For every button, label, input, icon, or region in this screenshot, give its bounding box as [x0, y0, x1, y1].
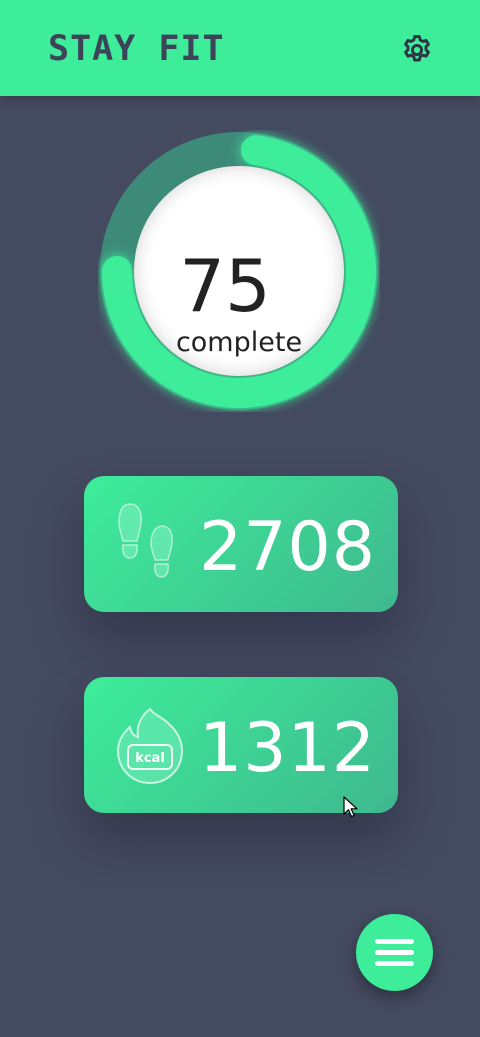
kcal-flame-icon: kcal [110, 701, 190, 789]
gear-icon [404, 35, 430, 62]
calories-value: 1312 [198, 709, 376, 788]
calories-card[interactable]: kcal 1312 [84, 677, 398, 813]
progress-center: 75 complete [134, 166, 344, 376]
steps-value: 2708 [198, 508, 376, 587]
mouse-cursor-icon [343, 796, 358, 818]
menu-button[interactable] [356, 914, 433, 991]
progress-label: complete [175, 327, 303, 358]
hamburger-menu-icon [375, 939, 414, 972]
app-title: STAY FIT [48, 29, 225, 69]
footsteps-icon [110, 500, 190, 588]
kcal-label: kcal [135, 751, 165, 766]
app-screen: STAY FIT 75 complete 2708 kcal 1312 [0, 0, 480, 1037]
progress-ring: 75 complete [98, 130, 380, 412]
app-header: STAY FIT [0, 0, 480, 96]
progress-value: 75 [179, 244, 271, 328]
steps-card[interactable]: 2708 [84, 476, 398, 612]
settings-button[interactable] [400, 33, 434, 67]
